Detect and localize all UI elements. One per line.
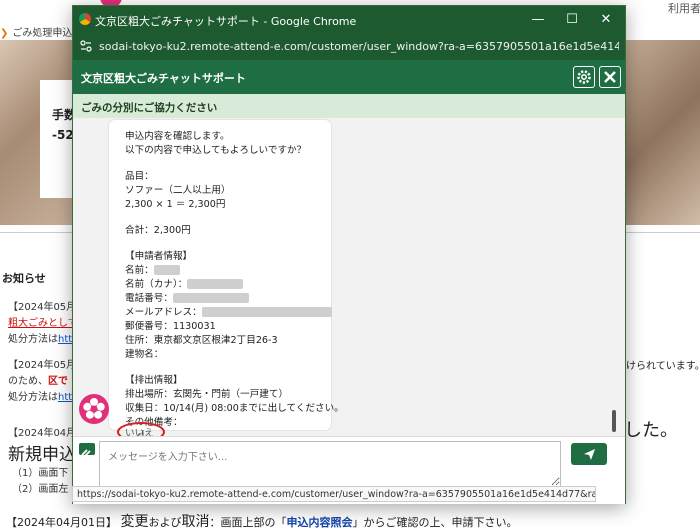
mouse-cursor-icon: ☝	[137, 428, 146, 436]
window-titlebar[interactable]: 文京区粗大ごみチャットサポート - Google Chrome — ☐ ✕	[73, 6, 625, 34]
news-title: お知らせ	[2, 272, 46, 285]
field-label: 名前（カナ）：	[125, 279, 188, 290]
breadcrumb: ❯ ごみ処理申込	[0, 24, 72, 39]
app-header: 文京区粗大ごみチャットサポート	[73, 60, 625, 94]
message-line: 排出場所：玄関先・門前（一戸建て）	[125, 389, 289, 400]
link-icon	[81, 449, 91, 457]
news-line: 【2024年05月	[8, 360, 77, 371]
sub-header-text: ごみの分別にご協力ください	[81, 102, 218, 114]
new-application-heading: 新規申込	[8, 445, 76, 465]
bot-avatar	[79, 394, 109, 424]
attachment-button[interactable]	[79, 443, 95, 457]
breadcrumb-arrow-icon: ❯	[0, 28, 9, 39]
window-close-button[interactable]: ✕	[589, 6, 623, 34]
address-bar[interactable]: sodai-tokyo-ku2.remote-attend-e.com/cust…	[73, 34, 625, 60]
flower-icon	[83, 398, 105, 419]
maximize-button[interactable]: ☐	[555, 6, 589, 34]
message-line: 名前：	[125, 262, 180, 276]
settings-button[interactable]	[573, 66, 595, 88]
field-label: 電話番号：	[125, 293, 173, 304]
redacted-value	[172, 293, 249, 303]
message-line: 【申請者情報】	[125, 251, 193, 262]
close-icon	[604, 71, 616, 83]
chrome-icon	[79, 13, 91, 25]
site-info-icon[interactable]	[80, 40, 92, 52]
message-line: 以下の内容で申込してもよろしいですか？	[125, 145, 307, 156]
news-line: 【2024年05月	[8, 302, 77, 313]
message-line: 合計：2,300円	[125, 225, 191, 236]
news-text: のため、	[8, 376, 48, 387]
breadcrumb-label[interactable]: ごみ処理申込	[12, 28, 72, 39]
chat-close-button[interactable]	[599, 66, 621, 88]
field-label: 名前：	[125, 265, 154, 276]
redacted-value	[187, 279, 244, 289]
app-title: 文京区粗大ごみチャットサポート	[81, 72, 246, 85]
scroll-thumb[interactable]	[612, 410, 616, 432]
notice-date: 【2024年04月01日】	[6, 516, 117, 529]
message-line: 品目：	[125, 171, 154, 182]
message-line: 申込内容を確認します。	[125, 131, 230, 142]
notice-and: および	[148, 516, 182, 529]
redacted-value	[153, 265, 180, 275]
redacted-value	[201, 307, 332, 317]
notice-text: 」からご確認の上、申請下さい。	[352, 516, 518, 529]
news-text: 処分方法は	[8, 334, 58, 345]
chat-scrollbar[interactable]	[610, 118, 618, 436]
news-highlight: 区で	[48, 376, 68, 387]
message-line: 【排出情報】	[125, 375, 183, 386]
news-line: 処分方法はhttp	[8, 388, 79, 403]
news-text: 処分方法は	[8, 392, 58, 403]
application-lookup-link[interactable]: 申込内容照会	[287, 516, 353, 529]
instruction-line: （1）画面下	[12, 468, 69, 479]
window-title: 文京区粗大ごみチャットサポート - Google Chrome	[95, 15, 357, 28]
heading-tail: した。	[624, 420, 678, 441]
minimize-button[interactable]: —	[521, 6, 555, 34]
chat-area[interactable]: 申込内容を確認します。 以下の内容で申込してもよろしいですか？ 品目： ソファー…	[73, 118, 625, 436]
status-bar-url: https://sodai-tokyo-ku2.remote-attend-e.…	[72, 486, 596, 502]
gear-icon	[577, 70, 591, 84]
instruction-line: （2）画面左	[12, 484, 69, 495]
notice-text: ：画面上部の「	[209, 516, 287, 529]
sub-header: ごみの分別にご協力ください	[73, 94, 625, 118]
chat-window: 文京区粗大ごみチャットサポート - Google Chrome — ☐ ✕ so…	[72, 5, 626, 504]
message-line: 2,300 × 1 ＝ 2,300円	[125, 199, 226, 210]
message-line: 建物名：	[125, 349, 164, 360]
message-line: 住所：東京都文京区根津2丁目26-3	[125, 335, 278, 346]
notice-change: 変更	[120, 514, 149, 530]
message-line: 名前（カナ）：	[125, 276, 244, 290]
field-label: メールアドレス：	[125, 307, 202, 318]
news-line-tail: けられています。	[626, 361, 700, 372]
send-icon	[584, 449, 595, 460]
news-line: 処分方法はhttp	[8, 330, 79, 345]
send-button[interactable]	[571, 443, 607, 465]
message-input[interactable]	[99, 441, 561, 487]
message-line: 収集日：10/14(月) 08:00までに出してください。	[125, 403, 344, 414]
message-line: メールアドレス：	[125, 304, 332, 318]
url-text: sodai-tokyo-ku2.remote-attend-e.com/cust…	[99, 40, 619, 53]
notice-cancel: 取消	[181, 514, 210, 530]
message-line: 電話番号：	[125, 290, 249, 304]
bg-user-register-link[interactable]: 利用者登	[668, 0, 700, 16]
bottom-notice: 【2024年04月01日】 変更および取消：画面上部の「申込内容照会」からご確認…	[6, 511, 518, 531]
hero-image-right	[622, 40, 700, 225]
news-line: のため、区で	[8, 372, 68, 387]
news-line: 【2024年04月	[8, 428, 77, 439]
message-line: ソファー（二人以上用）	[125, 185, 231, 196]
message-line: 郵便番号：1130031	[125, 321, 216, 332]
news-line[interactable]: 粗大ごみとして	[8, 314, 78, 329]
